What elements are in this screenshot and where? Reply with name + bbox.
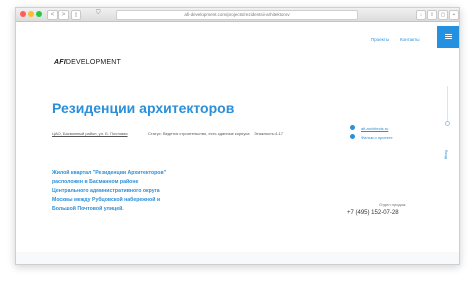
address-link[interactable]: ЦАО, Басманный район, ул. Б. Почтовая	[52, 131, 128, 136]
logo-bold: AFI	[54, 59, 66, 66]
description-line: Центрального административного округа	[52, 188, 160, 194]
floors-value: 4-17	[275, 131, 284, 136]
logo[interactable]: AFIDEVELOPMENT	[54, 59, 121, 66]
page-title: Резиденции архитекторов	[52, 100, 235, 116]
web-page: AFIDEVELOPMENT Проекты Контакты Резиденц…	[16, 22, 459, 264]
scroll-indicator[interactable]	[445, 121, 450, 126]
menu-button[interactable]	[437, 26, 459, 48]
play-icon	[350, 134, 355, 139]
nav-contacts[interactable]: Контакты	[400, 37, 419, 42]
browser-window: < > ▯ ⛉ afi-development.com/projects/rez…	[15, 7, 460, 265]
description-line: Большой Почтовой улицей.	[52, 206, 124, 212]
project-description: Жилой квартал "Резиденции Архитекторов" …	[52, 169, 192, 214]
video-link[interactable]: Фильм о проекте	[361, 135, 393, 140]
description-line: Москвы между Рубцовской набережной и	[52, 197, 161, 203]
menu-icon-line	[445, 38, 452, 39]
phone-number[interactable]: +7 (495) 152-07-28	[347, 210, 399, 216]
floors-label: Этажность:	[254, 131, 276, 136]
browser-toolbar: < > ▯ ⛉ afi-development.com/projects/rez…	[16, 8, 459, 22]
description-line: расположен в Басманном районе	[52, 179, 139, 185]
description-line: Жилой квартал "Резиденции Архитекторов"	[52, 170, 167, 176]
close-window-button[interactable]	[20, 11, 26, 17]
zoom-window-button[interactable]	[36, 11, 42, 17]
site-link[interactable]: afi-architects.ru	[361, 126, 388, 131]
footer-strip	[16, 252, 459, 264]
shield-icon: ⛉	[96, 10, 101, 16]
status-label: Статус:	[148, 131, 162, 136]
address-bar[interactable]: afi-development.com/projects/rezidentsii…	[116, 10, 358, 20]
forward-button[interactable]: >	[58, 10, 69, 20]
menu-icon	[445, 34, 452, 35]
new-tab-icon[interactable]: +	[449, 10, 459, 20]
nav-projects[interactable]: Проекты	[371, 37, 389, 42]
scroll-line	[447, 86, 448, 122]
share-icon[interactable]: ⇪	[427, 10, 437, 20]
minimize-window-button[interactable]	[28, 11, 34, 17]
globe-icon	[350, 125, 355, 130]
sales-label: Отдел продаж	[379, 202, 406, 207]
sidebar-icon[interactable]: ▯	[71, 10, 81, 20]
back-button[interactable]: <	[47, 10, 58, 20]
download-icon[interactable]: ↓	[416, 10, 426, 20]
tabs-icon[interactable]: ▢	[438, 10, 448, 20]
logo-rest: DEVELOPMENT	[65, 59, 121, 66]
status-value: Ведется строительство, есть сданные корп…	[163, 131, 250, 136]
side-login-link[interactable]: Вход	[444, 150, 449, 159]
menu-icon-line	[445, 36, 452, 37]
